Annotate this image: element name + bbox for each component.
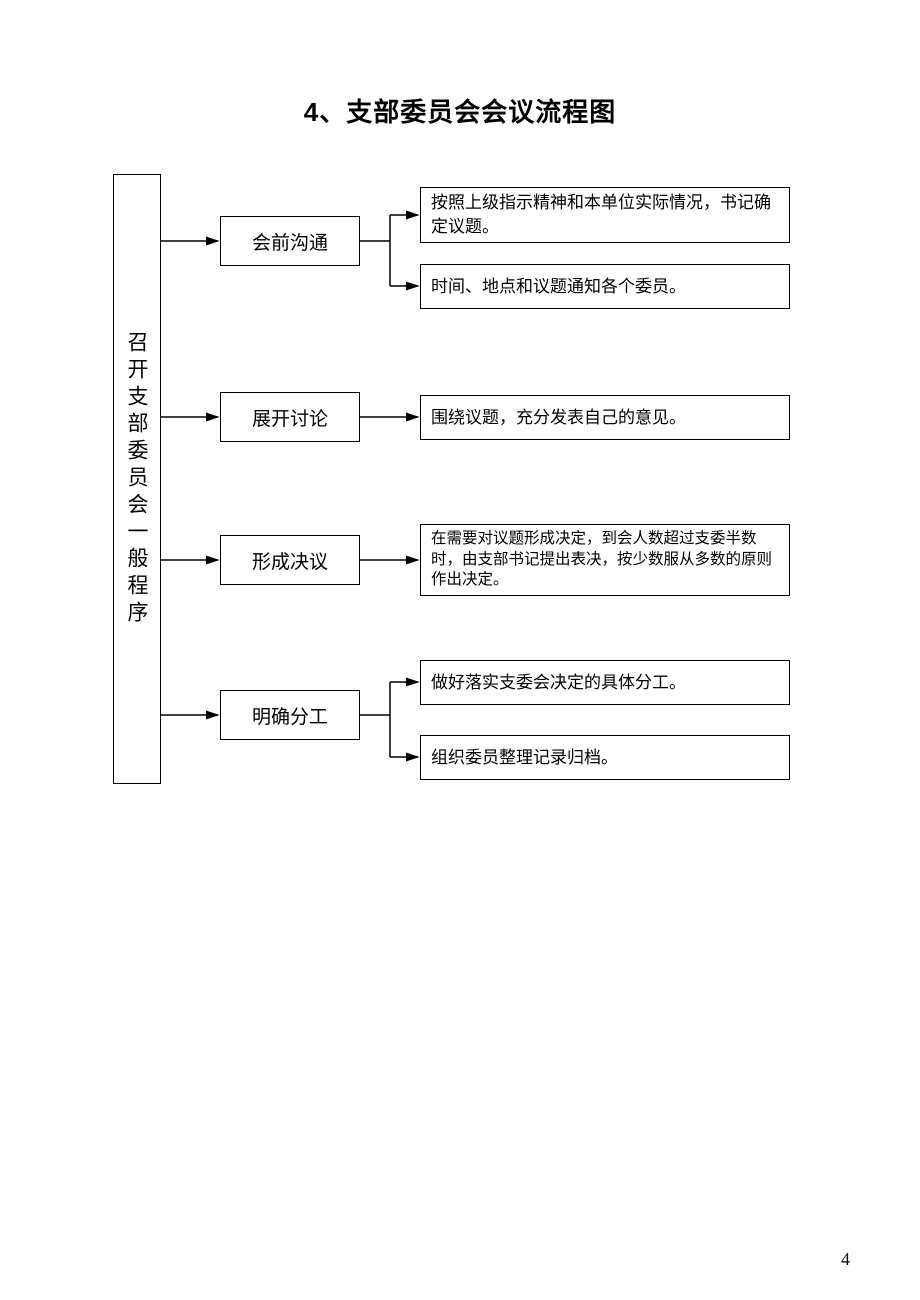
page: 4、支部委员会会议流程图 召开支部委员会一般程序 会前沟通 按照上级指示精神和本…	[0, 0, 920, 1300]
step-1-label: 会前沟通	[252, 228, 328, 255]
step-1-detail-1: 按照上级指示精神和本单位实际情况，书记确定议题。	[420, 187, 790, 243]
step-2: 展开讨论	[220, 392, 360, 442]
step-2-detail-1: 围绕议题，充分发表自己的意见。	[420, 395, 790, 440]
page-number: 4	[841, 1249, 850, 1270]
step-4-detail-2-text: 组织委员整理记录归档。	[431, 746, 618, 770]
step-1-detail-2-text: 时间、地点和议题通知各个委员。	[431, 275, 686, 299]
step-4-detail-1-text: 做好落实支委会决定的具体分工。	[431, 671, 686, 695]
step-1: 会前沟通	[220, 216, 360, 266]
step-4-detail-1: 做好落实支委会决定的具体分工。	[420, 660, 790, 705]
step-3-detail-1-text: 在需要对议题形成决定，到会人数超过支委半数时，由支部书记提出表决，按少数服从多数…	[431, 529, 779, 592]
step-3-detail-1: 在需要对议题形成决定，到会人数超过支委半数时，由支部书记提出表决，按少数服从多数…	[420, 524, 790, 596]
root-label: 召开支部委员会一般程序	[122, 331, 152, 628]
step-2-detail-1-text: 围绕议题，充分发表自己的意见。	[431, 406, 686, 430]
step-3-label: 形成决议	[252, 547, 328, 574]
step-2-label: 展开讨论	[252, 404, 328, 431]
page-title: 4、支部委员会会议流程图	[0, 92, 920, 129]
step-1-detail-2: 时间、地点和议题通知各个委员。	[420, 264, 790, 309]
step-1-detail-1-text: 按照上级指示精神和本单位实际情况，书记确定议题。	[431, 191, 779, 239]
step-3: 形成决议	[220, 535, 360, 585]
step-4-label: 明确分工	[252, 702, 328, 729]
step-4: 明确分工	[220, 690, 360, 740]
root-box: 召开支部委员会一般程序	[113, 174, 161, 784]
step-4-detail-2: 组织委员整理记录归档。	[420, 735, 790, 780]
